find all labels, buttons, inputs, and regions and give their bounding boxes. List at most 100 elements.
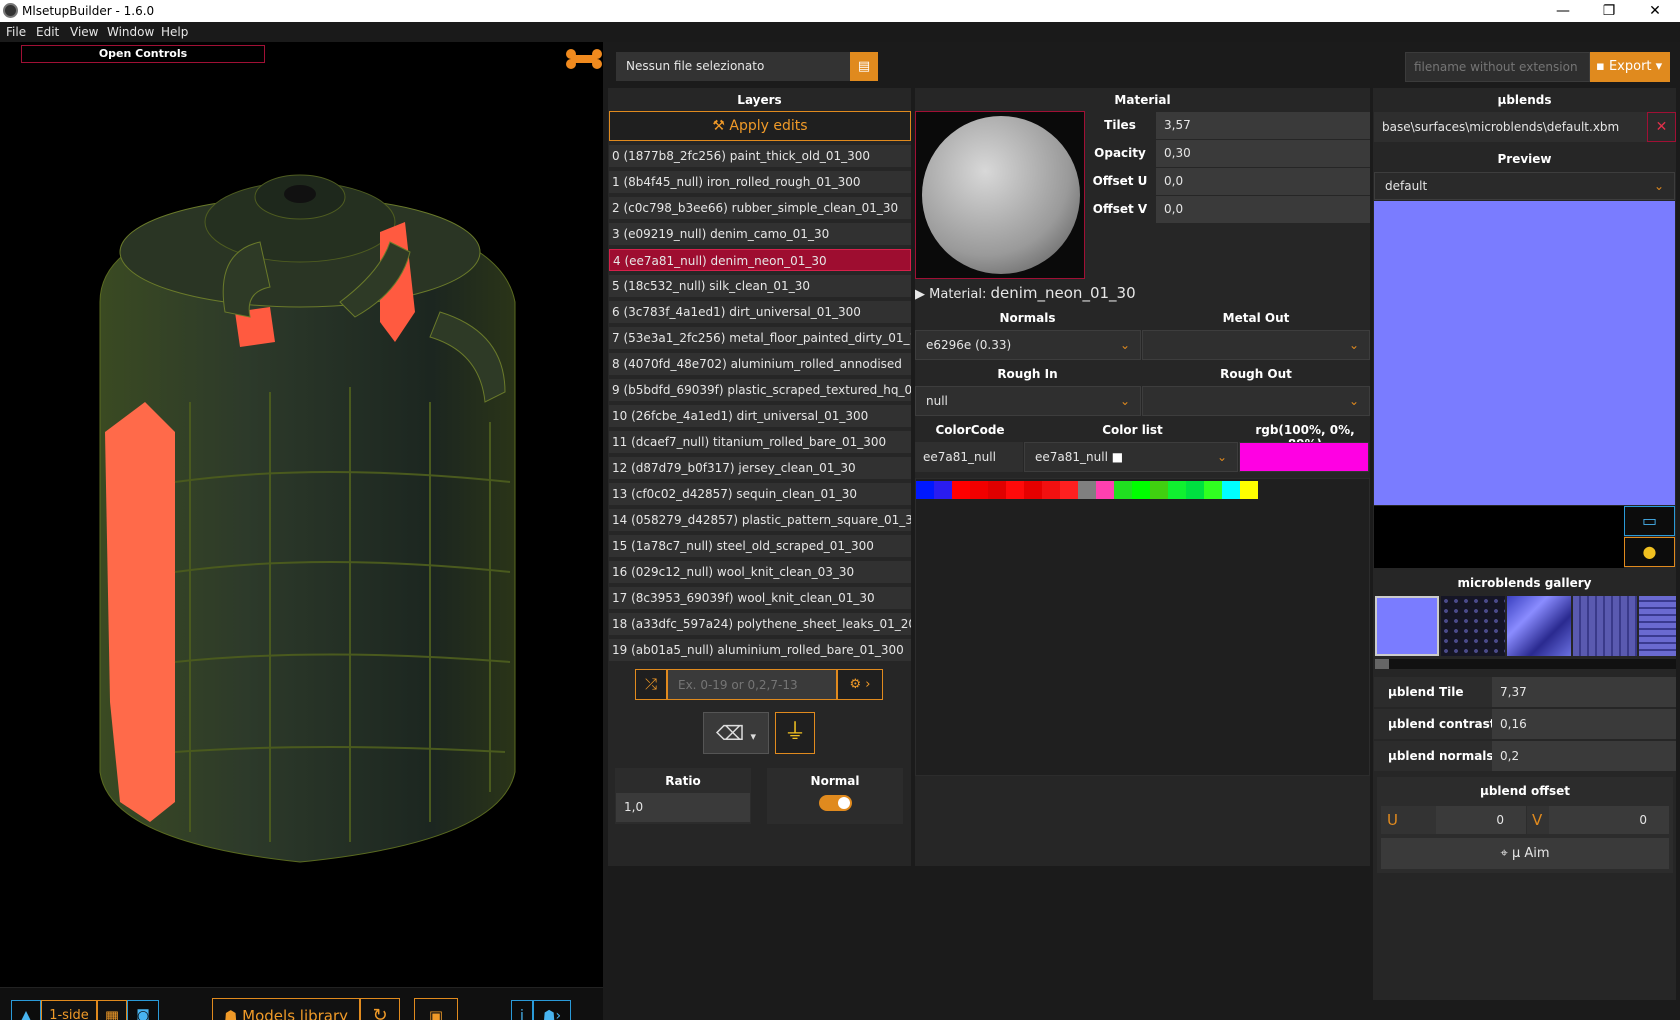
layer-row[interactable]: 6 (3c783f_4a1ed1) dirt_universal_01_300 (609, 301, 911, 323)
layer-row[interactable]: 12 (d87d79_b0f317) jersey_clean_01_30 (609, 457, 911, 479)
layer-row[interactable]: 18 (a33dfc_597a24) polythene_sheet_leaks… (609, 613, 911, 635)
palette-swatch[interactable] (1132, 481, 1150, 499)
palette-swatch[interactable] (916, 481, 934, 499)
colorcode-input[interactable]: ee7a81_null (915, 442, 1023, 472)
palette-swatch[interactable] (934, 481, 952, 499)
layer-row[interactable]: 11 (dcaef7_null) titanium_rolled_bare_01… (609, 431, 911, 453)
palette-swatch[interactable] (970, 481, 988, 499)
palette-swatch[interactable] (1186, 481, 1204, 499)
palette-swatch[interactable] (1024, 481, 1042, 499)
u-input[interactable]: 0 (1436, 806, 1526, 834)
tile-input[interactable]: 7,37 (1492, 677, 1676, 707)
layer-row[interactable]: 13 (cf0c02_d42857) sequin_clean_01_30 (609, 483, 911, 505)
warning-icon[interactable]: ▲ (11, 1000, 41, 1020)
apply-edits-button[interactable]: ⚒ Apply edits (609, 111, 911, 141)
info-icon[interactable]: i (511, 1000, 533, 1020)
layer-row[interactable]: 2 (c0c798_b3ee66) rubber_simple_clean_01… (609, 197, 911, 219)
maximize-button[interactable]: ❐ (1586, 0, 1632, 22)
close-button[interactable]: ✕ (1632, 0, 1678, 22)
gallery-item[interactable] (1639, 596, 1676, 656)
lightbulb-icon[interactable]: ● (1624, 537, 1675, 567)
rough-in-select[interactable]: null ⌄ (915, 386, 1141, 416)
file-open-icon[interactable]: ▤ (850, 52, 878, 81)
normal-toggle[interactable] (819, 795, 852, 811)
normals-select[interactable]: e6296e (0.33) ⌄ (915, 330, 1141, 360)
palette-swatch[interactable] (1060, 481, 1078, 499)
layer-row[interactable]: 1 (8b4f45_null) iron_rolled_rough_01_300 (609, 171, 911, 193)
open-controls-button[interactable]: Open Controls (21, 45, 265, 63)
menu-file[interactable]: File (6, 25, 26, 39)
palette-swatch[interactable] (1114, 481, 1132, 499)
gallery-item-default[interactable] (1375, 596, 1439, 656)
preview-select[interactable]: default ⌄ (1374, 172, 1675, 200)
metal-out-select[interactable]: ⌄ (1142, 330, 1370, 360)
filename-input[interactable] (1405, 52, 1590, 82)
grid-icon[interactable]: ▦ (97, 1000, 127, 1020)
export-button[interactable]: ▪ Export ▾ (1590, 52, 1670, 82)
menu-window[interactable]: Window (107, 25, 154, 39)
layer-row[interactable]: 5 (18c532_null) silk_clean_01_30 (609, 275, 911, 297)
palette-swatch[interactable] (1096, 481, 1114, 499)
opacity-input[interactable]: 0,30 (1156, 140, 1370, 167)
ratio-input[interactable]: 1,0 (616, 793, 750, 822)
menu-view[interactable]: View (70, 25, 98, 39)
color-swatch[interactable] (1239, 442, 1369, 472)
bone-icon[interactable] (565, 48, 603, 70)
monitor-icon[interactable]: ▭ (1624, 506, 1675, 536)
palette-swatch[interactable] (1150, 481, 1168, 499)
plug-icon[interactable]: ⏚ (775, 712, 815, 754)
layer-row[interactable]: 7 (53e3a1_2fc256) metal_floor_painted_di… (609, 327, 911, 349)
gallery-item[interactable] (1507, 596, 1571, 656)
layer-row[interactable]: 3 (e09219_null) denim_camo_01_30 (609, 223, 911, 245)
box-icon[interactable]: ▣ (414, 998, 458, 1020)
aim-button[interactable]: ⌖ µ Aim (1381, 838, 1669, 869)
menu-edit[interactable]: Edit (36, 25, 59, 39)
gears-menu-icon[interactable]: ⚙ › (837, 669, 883, 700)
layer-row[interactable]: 4 (ee7a81_null) denim_neon_01_30 (609, 249, 911, 271)
layer-row[interactable]: 17 (8c3953_69039f) wool_knit_clean_01_30 (609, 587, 911, 609)
color-list-select[interactable]: ee7a81_null ■ ⌄ (1024, 442, 1238, 472)
menu-help[interactable]: Help (161, 25, 188, 39)
clear-icon[interactable]: ✕ (1647, 112, 1676, 142)
palette-swatch[interactable] (1078, 481, 1096, 499)
layer-row[interactable]: 14 (058279_d42857) plastic_pattern_squar… (609, 509, 911, 531)
contrast-input[interactable]: 0,16 (1492, 709, 1676, 739)
palette-swatch[interactable] (1006, 481, 1024, 499)
layer-row[interactable]: 19 (ab01a5_null) aluminium_rolled_bare_0… (609, 639, 911, 661)
rough-out-select[interactable]: ⌄ (1142, 386, 1370, 416)
layer-row[interactable]: 8 (4070fd_48e702) aluminium_rolled_annod… (609, 353, 911, 375)
eraser-icon[interactable]: ⌫ ▾ (703, 712, 769, 754)
gallery-item[interactable] (1573, 596, 1637, 656)
3d-viewport[interactable]: Open Controls ▲ 1-side ▦ ◙ ☗ Models libr… (0, 42, 603, 1020)
gallery-item[interactable] (1441, 596, 1505, 656)
layer-row[interactable]: 0 (1877b8_2fc256) paint_thick_old_01_300 (609, 145, 911, 167)
side-toggle-button[interactable]: 1-side (41, 1000, 97, 1020)
cubes-menu-icon[interactable]: ☗› (533, 1000, 571, 1020)
minimize-button[interactable]: — (1540, 0, 1586, 22)
tiles-input[interactable]: 3,57 (1156, 112, 1370, 139)
offset-v-input[interactable]: 0,0 (1156, 196, 1370, 223)
refresh-icon[interactable]: ↻ (360, 998, 400, 1020)
camera-icon[interactable]: ◙ (127, 1000, 159, 1020)
layer-row[interactable]: 10 (26fcbe_4a1ed1) dirt_universal_01_300 (609, 405, 911, 427)
palette-swatch[interactable] (1168, 481, 1186, 499)
material-disclosure[interactable]: ▶ Material: denim_neon_01_30 (915, 284, 1370, 304)
palette-swatch[interactable] (1042, 481, 1060, 499)
layer-range-input[interactable] (667, 669, 837, 700)
microblend-path-input[interactable]: base\surfaces\microblends\default.xbm (1374, 112, 1647, 142)
shuffle-icon[interactable]: ⤮ (635, 669, 667, 700)
gallery-scrollbar[interactable] (1375, 659, 1676, 669)
models-library-button[interactable]: ☗ Models library (212, 998, 360, 1020)
v-input[interactable]: 0 (1549, 806, 1669, 834)
mb-normals-input[interactable]: 0,2 (1492, 741, 1676, 771)
palette-swatch[interactable] (1240, 481, 1258, 499)
file-input[interactable]: Nessun file selezionato (616, 52, 850, 81)
palette-swatch[interactable] (1222, 481, 1240, 499)
layer-row[interactable]: 9 (b5bdfd_69039f) plastic_scraped_textur… (609, 379, 911, 401)
palette-swatch[interactable] (952, 481, 970, 499)
layer-row[interactable]: 15 (1a78c7_null) steel_old_scraped_01_30… (609, 535, 911, 557)
layer-row[interactable]: 16 (029c12_null) wool_knit_clean_03_30 (609, 561, 911, 583)
offset-u-input[interactable]: 0,0 (1156, 168, 1370, 195)
palette-swatch[interactable] (988, 481, 1006, 499)
palette-swatch[interactable] (1204, 481, 1222, 499)
